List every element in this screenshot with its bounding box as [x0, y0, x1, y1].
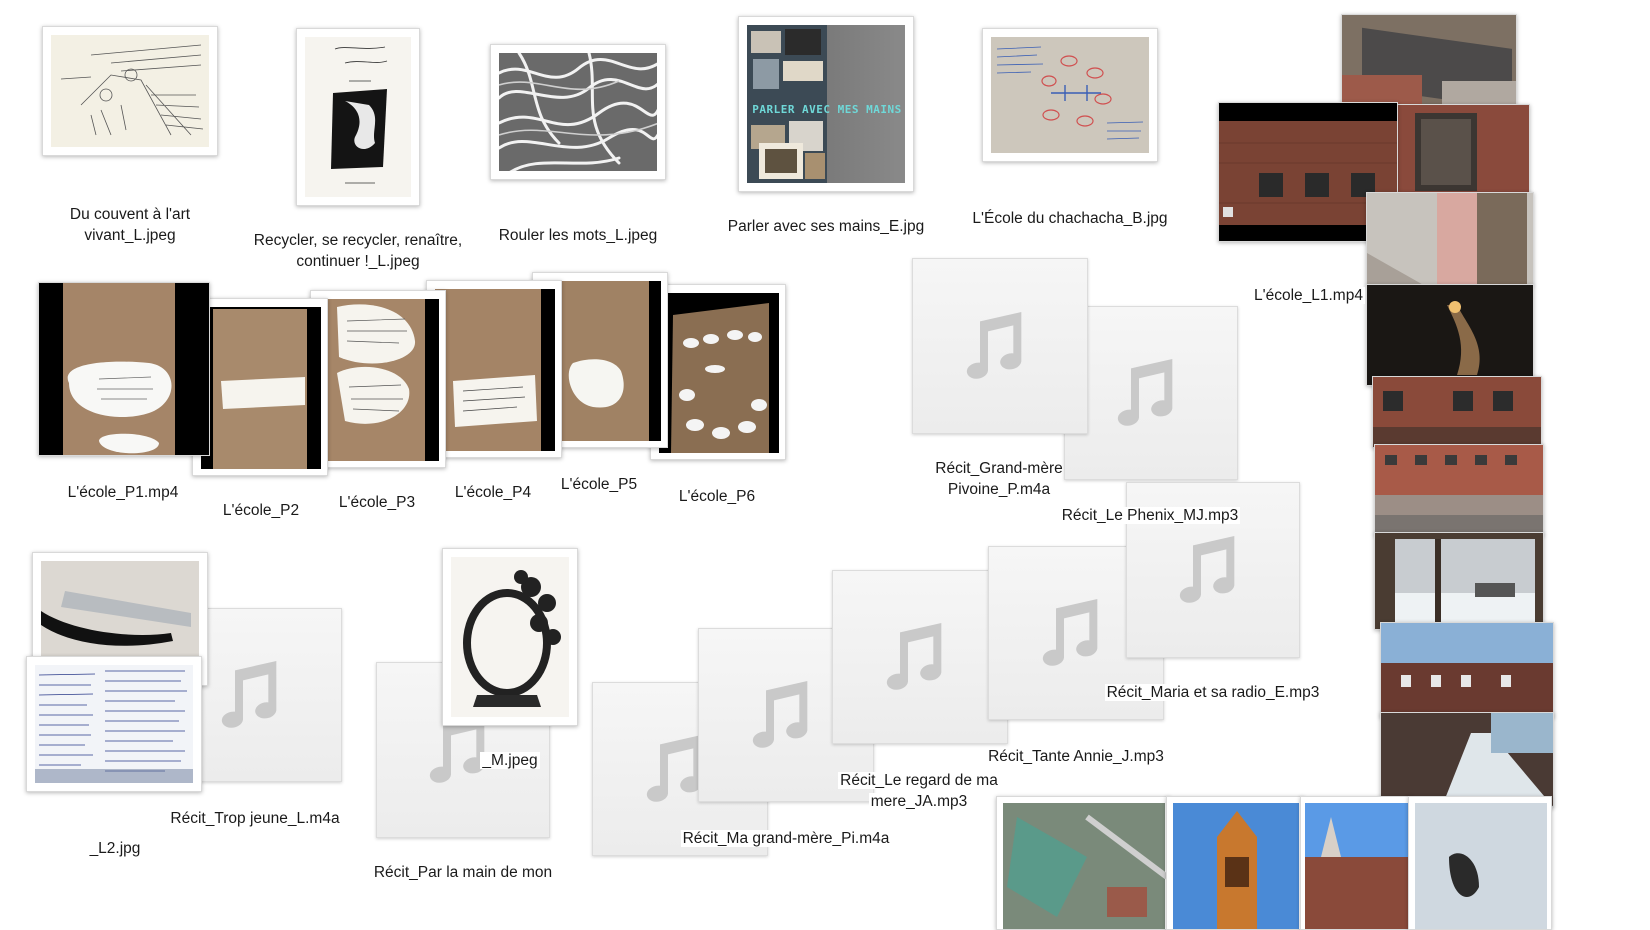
audio-thumbnail-tante-annie-back[interactable] — [832, 570, 1008, 744]
image-thumbnail-church-tower[interactable] — [1166, 796, 1304, 930]
image-thumbnail-street-wide[interactable] — [1374, 444, 1544, 536]
image-thumbnail-l2[interactable] — [26, 656, 202, 792]
music-note-icon — [1117, 359, 1173, 426]
music-note-icon — [966, 312, 1022, 379]
file-label-m-jpeg[interactable]: _M.jpeg — [470, 750, 550, 771]
image-thumbnail-ecole-du-chachacha[interactable] — [982, 28, 1158, 162]
file-label-trop-jeune[interactable]: Récit_Trop jeune_L.m4a — [160, 808, 350, 829]
image-thumbnail-recycler[interactable] — [296, 28, 420, 206]
file-label-l2[interactable]: _L2.jpg — [70, 838, 160, 859]
image-thumbnail-du-couvent[interactable] — [42, 26, 218, 156]
image-thumbnail-parler-avec-ses-mains[interactable]: PARLER AVEC MES MAINS — [738, 16, 914, 192]
file-label-ecole-p6[interactable]: L'école_P6 — [658, 486, 776, 507]
video-thumbnail-ecole-p3[interactable] — [310, 290, 446, 468]
video-thumbnail-ecole-p1[interactable] — [38, 282, 210, 456]
image-thumbnail-window-light[interactable] — [1366, 192, 1534, 286]
file-label-regard-mere[interactable]: Récit_Le regard de ma mere_JA.mp3 — [830, 770, 1008, 812]
file-label-ecole-p1[interactable]: L'école_P1.mp4 — [48, 482, 198, 503]
video-thumbnail-ecole-p6[interactable] — [650, 284, 786, 460]
file-label-grand-mere-pivoine[interactable]: Récit_Grand-mère Pivoine_P.m4a — [906, 458, 1092, 500]
audio-thumbnail-le-phenix[interactable] — [1064, 306, 1238, 480]
file-label-ecole-du-chachacha[interactable]: L'École du chachacha_B.jpg — [958, 208, 1182, 229]
file-label-le-phenix[interactable]: Récit_Le Phenix_MJ.mp3 — [1052, 505, 1248, 526]
image-thumbnail-snowy-window[interactable] — [1374, 532, 1544, 630]
image-thumbnail-snow-boot[interactable] — [1408, 796, 1552, 930]
video-thumbnail-ecole-p4[interactable] — [426, 280, 562, 458]
image-thumbnail-church-street[interactable] — [1300, 796, 1412, 930]
audio-thumbnail-grand-mere-pivoine[interactable] — [912, 258, 1088, 434]
music-note-icon — [1042, 599, 1098, 666]
image-thumbnail-dark-hand[interactable] — [1366, 284, 1534, 386]
image-thumbnail-m-jpeg[interactable] — [442, 548, 578, 726]
file-label-ecole-l1[interactable]: L'école_L1.mp4 — [1252, 285, 1365, 306]
file-label-ma-grand-mere[interactable]: Récit_Ma grand-mère_Pi.m4a — [668, 828, 904, 849]
file-label-ecole-p3[interactable]: L'école_P3 — [318, 492, 436, 513]
image-thumbnail-brick-door[interactable] — [1390, 104, 1530, 196]
file-label-du-couvent[interactable]: Du couvent à l'art vivant_L.jpeg — [40, 204, 220, 246]
file-label-tante-annie[interactable]: Récit_Tante Annie_J.mp3 — [974, 746, 1178, 767]
file-label-ecole-p4[interactable]: L'école_P4 — [434, 482, 552, 503]
image-thumbnail-brick-windows[interactable] — [1372, 376, 1542, 448]
video-thumbnail-ecole-p2[interactable] — [192, 298, 328, 476]
image-thumbnail-rouler-les-mots[interactable] — [490, 44, 666, 180]
image-thumbnail-brick-street[interactable] — [1380, 622, 1554, 718]
file-label-ecole-p5[interactable]: L'école_P5 — [540, 474, 658, 495]
music-note-icon — [752, 681, 808, 748]
file-label-parler-avec-ses-mains[interactable]: Parler avec ses mains_E.jpg — [716, 216, 936, 237]
file-label-rouler-les-mots[interactable]: Rouler les mots_L.jpeg — [468, 225, 688, 246]
image-thumbnail-aerial-building[interactable] — [1341, 14, 1517, 110]
music-note-icon — [1179, 536, 1235, 603]
image-thumbnail-snow-alley[interactable] — [1380, 712, 1554, 808]
file-label-ecole-p2[interactable]: L'école_P2 — [202, 500, 320, 521]
cover-text: PARLER AVEC MES MAINS — [752, 103, 902, 116]
file-label-maria[interactable]: Récit_Maria et sa radio_E.mp3 — [1098, 682, 1328, 703]
image-thumbnail-aerial-church[interactable] — [996, 796, 1170, 930]
file-label-recycler[interactable]: Recycler, se recycler, renaître, continu… — [236, 230, 480, 272]
file-label-par-la-main[interactable]: Récit_Par la main de mon — [356, 862, 570, 883]
music-note-icon — [221, 661, 277, 728]
music-note-icon — [886, 623, 942, 690]
